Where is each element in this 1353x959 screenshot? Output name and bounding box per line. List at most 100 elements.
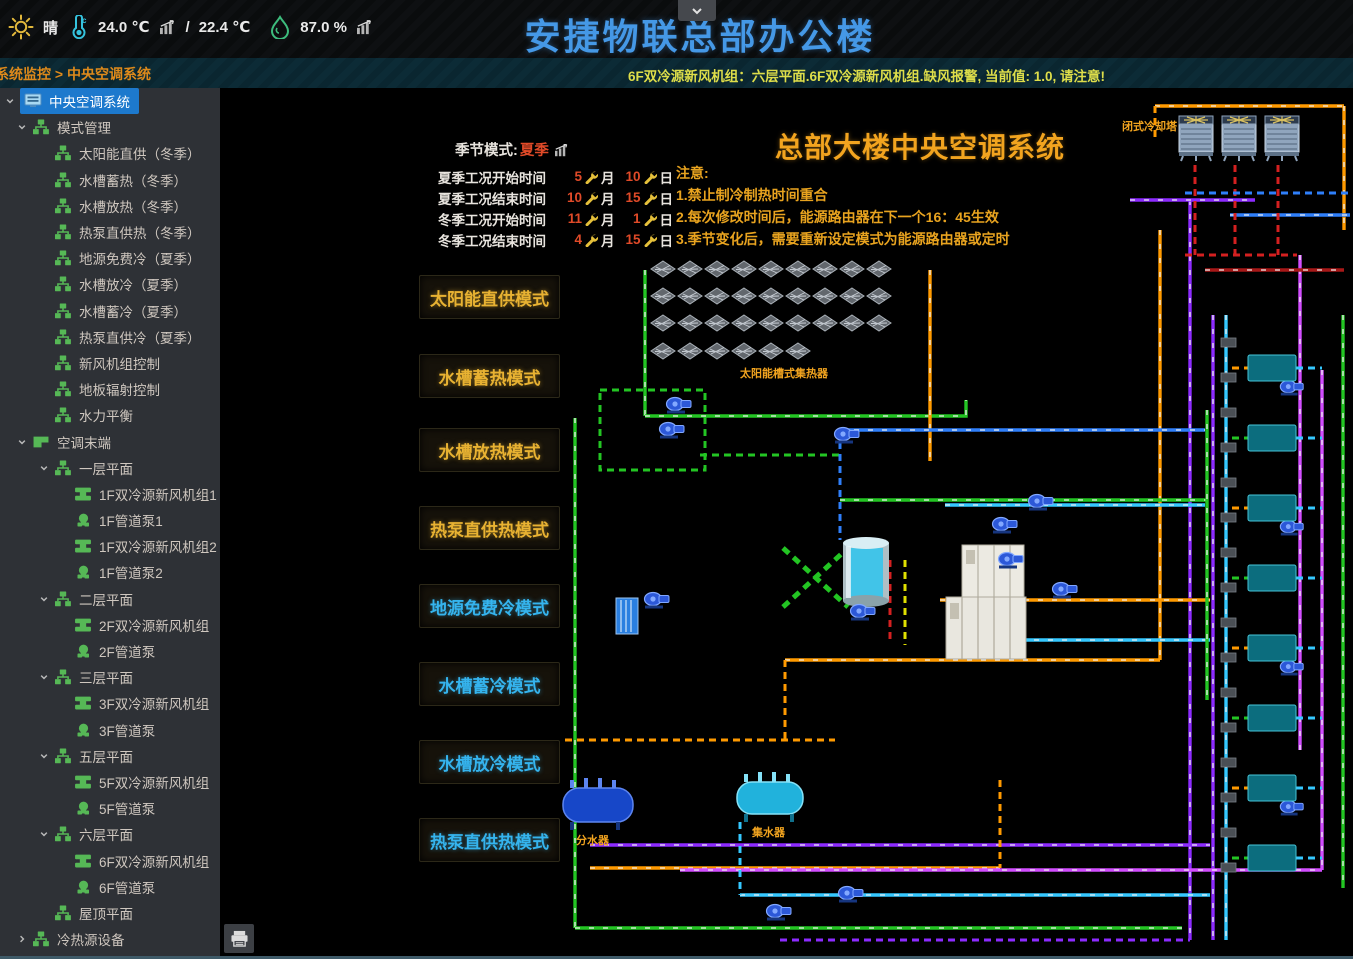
floor-unit-box[interactable] (1248, 635, 1296, 661)
heat-pump-cabinet[interactable] (946, 597, 1026, 659)
chevron-down-icon[interactable] (36, 749, 51, 763)
tree-item-label: 一层平面 (79, 458, 133, 478)
tree-item-roof[interactable]: 屋顶平面 (0, 900, 220, 926)
chevron-right-icon[interactable] (14, 932, 29, 946)
tree-item-ac-terminals[interactable]: 空调末端 (0, 428, 220, 454)
floor-unit-box[interactable] (1248, 775, 1296, 801)
chevron-down-icon[interactable] (36, 670, 51, 684)
tree-item-label: 3F双冷源新风机组 (99, 693, 209, 713)
tree-item-floor-radiant-control[interactable]: 地板辐射控制 (0, 376, 220, 402)
tree-item-tank-release-cool[interactable]: 水槽放冷（夏季） (0, 271, 220, 297)
tree-item-2f-ahu[interactable]: 2F双冷源新风机组 (0, 612, 220, 638)
breadcrumb-bar: 系统监控 > 中央空调系统 6F双冷源新风机组：六层平面.6F双冷源新风机组.缺… (0, 58, 1353, 88)
heat-pump-cabinet[interactable] (962, 545, 1024, 601)
tree-item-1f-pump-2[interactable]: 1F管道泵2 (0, 559, 220, 585)
solar-collector-array[interactable]: 太阳能槽式集热器 (651, 261, 891, 380)
tree-item-hydraulic-balance[interactable]: 水力平衡 (0, 402, 220, 428)
mode-button-heatpump-direct[interactable]: 热泵直供热模式 (419, 818, 560, 862)
tree-item-tank-release-heat[interactable]: 水槽放热（冬季） (0, 193, 220, 219)
floor-terminal-units[interactable] (1248, 355, 1296, 871)
chevron-down-icon[interactable] (36, 592, 51, 606)
alarm-ticker[interactable]: 6F双冷源新风机组：六层平面.6F双冷源新风机组.缺风报警, 当前值: 1.0,… (628, 65, 1105, 85)
schedule-month-value: 11 (560, 211, 582, 226)
chevron-down-icon[interactable] (2, 94, 17, 108)
mode-button-tank-store-cool[interactable]: 水槽蓄冷模式 (419, 662, 560, 706)
tree-item-5f-pump[interactable]: 5F管道泵 (0, 795, 220, 821)
plate-heat-exchanger[interactable] (616, 598, 638, 634)
chevron-down-icon[interactable] (36, 827, 51, 841)
tree-item-floor-5[interactable]: 五层平面 (0, 743, 220, 769)
mode-button-solar-direct[interactable]: 太阳能直供模式 (419, 275, 560, 319)
wrench-edit-icon[interactable] (584, 212, 598, 226)
tree-item-tank-store-cool[interactable]: 水槽蓄冷（夏季） (0, 298, 220, 324)
cooling-tower-icon[interactable] (1179, 116, 1213, 161)
tree-item-floor-6[interactable]: 六层平面 (0, 821, 220, 847)
wrench-edit-icon[interactable] (584, 233, 598, 247)
trend-chart-icon[interactable] (554, 143, 570, 157)
tree-item-5f-ahu[interactable]: 5F双冷源新风机组 (0, 769, 220, 795)
trend-chart-icon[interactable] (356, 19, 374, 35)
trend-chart-icon[interactable] (159, 19, 177, 35)
tree-item-ahu-control[interactable]: 新风机组控制 (0, 350, 220, 376)
org-icon (54, 747, 74, 764)
cooling-tower-icon[interactable] (1265, 116, 1299, 161)
wrench-edit-icon[interactable] (584, 191, 598, 205)
tree-item-3f-pump[interactable]: 3F管道泵 (0, 717, 220, 743)
tree-item-label: 屋顶平面 (79, 903, 133, 923)
wrench-edit-icon[interactable] (643, 212, 657, 226)
tree-item-floor-1[interactable]: 一层平面 (0, 455, 220, 481)
chevron-down-icon[interactable] (14, 120, 29, 134)
floor-unit-box[interactable] (1248, 495, 1296, 521)
month-unit: 月 (601, 209, 615, 229)
org-icon (54, 145, 74, 162)
tree-item-heatpump-cool[interactable]: 热泵直供冷（夏季） (0, 324, 220, 350)
floor-unit-box[interactable] (1248, 425, 1296, 451)
wrench-edit-icon[interactable] (643, 233, 657, 247)
tree-item-2f-pump[interactable]: 2F管道泵 (0, 638, 220, 664)
floor-unit-box[interactable] (1248, 565, 1296, 591)
tree-item-label: 热泵直供热（冬季） (79, 222, 201, 242)
mode-button-heatpump-heat[interactable]: 热泵直供热模式 (419, 506, 560, 550)
tree-item-label: 地源免费冷（夏季） (79, 248, 201, 268)
floor-unit-box[interactable] (1248, 845, 1296, 871)
mode-button-tank-store-heat[interactable]: 水槽蓄热模式 (419, 354, 560, 398)
tree-item-solar-direct-winter[interactable]: 太阳能直供（冬季） (0, 140, 220, 166)
breadcrumb[interactable]: 系统监控 > 中央空调系统 (0, 64, 151, 84)
tree-item-1f-ahu-2[interactable]: 1F双冷源新风机组2 (0, 533, 220, 559)
tree-item-label: 1F管道泵2 (99, 562, 163, 582)
tree-item-heatpump-heat[interactable]: 热泵直供热（冬季） (0, 219, 220, 245)
tree-item-ground-free-cooling[interactable]: 地源免费冷（夏季） (0, 245, 220, 271)
mode-button-ground-free-cooling[interactable]: 地源免费冷模式 (419, 584, 560, 628)
tree-item-tank-store-heat[interactable]: 水槽蓄热（冬季） (0, 167, 220, 193)
tree-item-1f-pump-1[interactable]: 1F管道泵1 (0, 507, 220, 533)
water-collector[interactable]: 集水器 (737, 772, 803, 839)
cooling-towers[interactable]: 闭式冷却塔 (1122, 116, 1299, 161)
collapse-header-button[interactable] (678, 0, 716, 21)
mode-button-tank-release-cool[interactable]: 水槽放冷模式 (419, 740, 560, 784)
wrench-edit-icon[interactable] (584, 170, 598, 184)
cooling-tower-icon[interactable] (1222, 116, 1256, 161)
outdoor-temp: 24.0 ℃ (98, 18, 150, 36)
tree-item-central-ac-system[interactable]: 中央空调系统 (0, 88, 220, 114)
tree-item-6f-ahu[interactable]: 6F双冷源新风机组 (0, 847, 220, 873)
tree-item-3f-ahu[interactable]: 3F双冷源新风机组 (0, 690, 220, 716)
org-icon (54, 171, 74, 188)
wrench-edit-icon[interactable] (643, 191, 657, 205)
storage-tank[interactable] (843, 537, 889, 607)
tree-item-floor-3[interactable]: 三层平面 (0, 664, 220, 690)
tree-item-floor-2[interactable]: 二层平面 (0, 586, 220, 612)
mode-button-tank-release-heat[interactable]: 水槽放热模式 (419, 428, 560, 472)
tree-item-label: 水槽放冷（夏季） (79, 274, 187, 294)
chevron-down-icon[interactable] (14, 435, 29, 449)
wrench-edit-icon[interactable] (643, 170, 657, 184)
tree-item-heat-cool-source[interactable]: 冷热源设备 (0, 926, 220, 952)
floor-unit-box[interactable] (1248, 355, 1296, 381)
print-button[interactable] (224, 924, 254, 953)
tree-item-6f-pump[interactable]: 6F管道泵 (0, 874, 220, 900)
humidity-value: 87.0 % (300, 19, 347, 36)
tree-item-mode-management[interactable]: 模式管理 (0, 114, 220, 140)
floor-unit-box[interactable] (1248, 705, 1296, 731)
tree-item-1f-ahu-1[interactable]: 1F双冷源新风机组1 (0, 481, 220, 507)
tree-item-label: 5F管道泵 (99, 798, 155, 818)
chevron-down-icon[interactable] (36, 461, 51, 475)
